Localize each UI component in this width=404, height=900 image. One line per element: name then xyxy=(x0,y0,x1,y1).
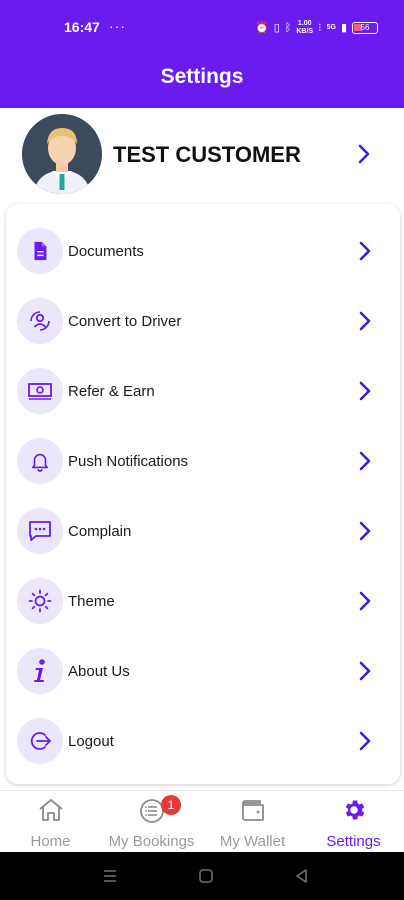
profile-row[interactable]: TEST CUSTOMER xyxy=(0,110,404,202)
gear-icon xyxy=(303,797,404,825)
nav-label-my-bookings: My Bookings xyxy=(108,833,195,850)
menu-label-logout: Logout xyxy=(68,733,114,750)
menu-label-about-us: About Us xyxy=(68,663,130,680)
logout-icon xyxy=(17,718,63,764)
info-icon xyxy=(17,648,63,694)
home-icon xyxy=(0,797,101,825)
system-nav-bar xyxy=(0,852,404,900)
home-button[interactable] xyxy=(198,868,214,889)
nav-my-wallet[interactable]: My Wallet xyxy=(202,791,303,853)
battery-level: 56 xyxy=(360,23,370,32)
vibrate-icon: ▯ xyxy=(273,22,280,34)
chevron-right-icon xyxy=(358,591,372,616)
menu-label-refer-earn: Refer & Earn xyxy=(68,383,155,400)
chevron-right-icon xyxy=(358,241,372,266)
chevron-right-icon xyxy=(358,381,372,406)
chevron-right-icon xyxy=(358,731,372,756)
nav-my-bookings[interactable]: 1 My Bookings xyxy=(101,791,202,853)
profile-chevron-icon xyxy=(357,144,371,164)
list-icon xyxy=(101,797,202,825)
menu-item-push-notifications[interactable]: Push Notifications xyxy=(6,420,400,490)
status-icons: ⏰ ▯ ᛒ 1.00 KB/S ⁝ 5G ▮ 56 xyxy=(255,20,378,36)
status-time: 16:47 xyxy=(64,19,100,35)
chevron-right-icon xyxy=(358,521,372,546)
status-bar: 16:47 ··· ⏰ ▯ ᛒ 1.00 KB/S ⁝ 5G ▮ 56 xyxy=(0,0,404,56)
bluetooth-icon: ᛒ xyxy=(284,22,292,34)
menu-item-refer-earn[interactable]: Refer & Earn xyxy=(6,350,400,420)
convert-driver-icon xyxy=(17,298,63,344)
bottom-nav: Home 1 My Bookings My Wallet Settings xyxy=(0,790,404,852)
battery-icon: 56 xyxy=(352,22,378,34)
chat-icon xyxy=(17,508,63,554)
nav-label-home: Home xyxy=(30,833,71,850)
signal-label: 5G xyxy=(326,24,336,31)
menu-item-about-us[interactable]: About Us xyxy=(6,630,400,700)
chevron-right-icon xyxy=(358,311,372,336)
status-dots: ··· xyxy=(109,18,126,34)
wallet-icon xyxy=(202,797,303,825)
menu-label-push-notifications: Push Notifications xyxy=(68,453,189,470)
page-title: Settings xyxy=(0,56,404,108)
money-icon xyxy=(17,368,63,414)
menu-item-theme[interactable]: Theme xyxy=(6,560,400,630)
network-speed: 1.00 KB/S xyxy=(296,20,314,35)
menu-label-convert-to-driver: Convert to Driver xyxy=(68,313,182,330)
back-button[interactable] xyxy=(294,868,310,889)
menu-label-theme: Theme xyxy=(68,593,115,610)
menu-label-complain: Complain xyxy=(68,523,132,540)
menu-item-documents[interactable]: Documents xyxy=(6,210,400,280)
nav-label-settings: Settings xyxy=(326,833,381,850)
document-icon xyxy=(17,228,63,274)
recents-button[interactable] xyxy=(102,868,118,889)
menu-label-documents: Documents xyxy=(68,243,144,260)
alarm-icon: ⏰ xyxy=(254,22,269,34)
nav-settings[interactable]: Settings xyxy=(303,791,404,853)
avatar xyxy=(22,114,102,194)
menu-item-convert-to-driver[interactable]: Convert to Driver xyxy=(6,280,400,350)
signal-icon: ▮ xyxy=(340,22,347,34)
bookings-badge: 1 xyxy=(161,795,181,815)
settings-menu-card: Documents Convert to Driver Refer & Earn… xyxy=(6,204,400,784)
chevron-right-icon xyxy=(358,661,372,686)
menu-item-complain[interactable]: Complain xyxy=(6,490,400,560)
profile-name: TEST CUSTOMER xyxy=(113,142,301,167)
nav-home[interactable]: Home xyxy=(0,791,101,853)
sun-icon xyxy=(17,578,63,624)
menu-item-logout[interactable]: Logout xyxy=(6,700,400,770)
wifi-icon: ⁝ xyxy=(318,22,322,34)
chevron-right-icon xyxy=(358,451,372,476)
bell-icon xyxy=(17,438,63,484)
nav-label-my-wallet: My Wallet xyxy=(219,833,286,850)
